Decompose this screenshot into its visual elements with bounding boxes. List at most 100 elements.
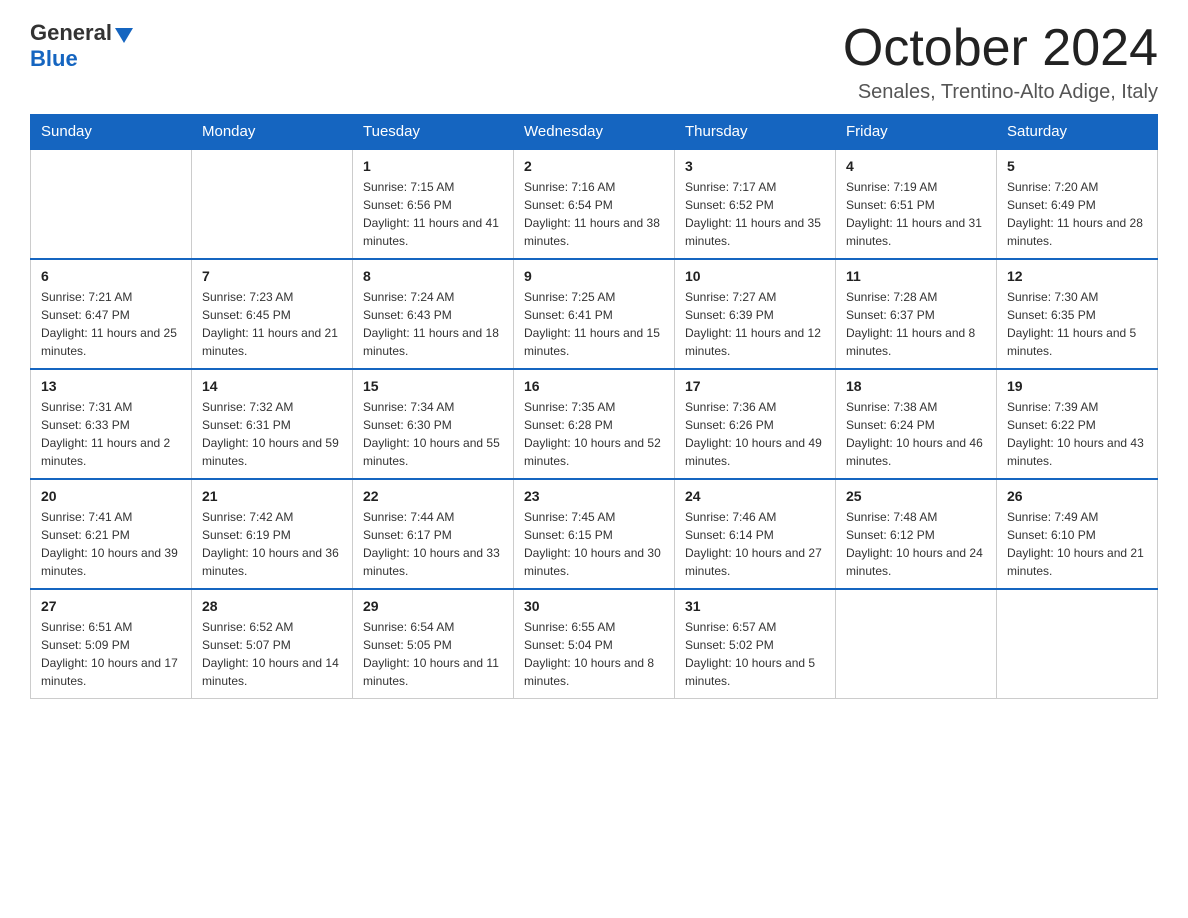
calendar-cell: 16 Sunrise: 7:35 AMSunset: 6:28 PMDayligh… <box>514 369 675 479</box>
day-info: Sunrise: 7:19 AMSunset: 6:51 PMDaylight:… <box>846 178 986 250</box>
weekday-header-row: SundayMondayTuesdayWednesdayThursdayFrid… <box>31 115 1158 150</box>
calendar-cell: 28 Sunrise: 6:52 AMSunset: 5:07 PMDayligh… <box>192 589 353 699</box>
day-info: Sunrise: 7:36 AMSunset: 6:26 PMDaylight:… <box>685 398 825 470</box>
day-number: 17 <box>685 378 825 394</box>
day-info: Sunrise: 7:38 AMSunset: 6:24 PMDaylight:… <box>846 398 986 470</box>
calendar-cell: 14Sunrise: 7:32 AMSunset: 6:31 PMDayligh… <box>192 369 353 479</box>
calendar-cell <box>31 149 192 259</box>
day-info: Sunrise: 7:27 AMSunset: 6:39 PMDaylight:… <box>685 288 825 360</box>
calendar-cell: 3Sunrise: 7:17 AMSunset: 6:52 PMDaylight… <box>675 149 836 259</box>
day-number: 29 <box>363 598 503 614</box>
day-info: Sunrise: 7:25 AMSunset: 6:41 PMDaylight:… <box>524 288 664 360</box>
calendar-cell: 22 Sunrise: 7:44 AMSunset: 6:17 PMDayligh… <box>353 479 514 589</box>
day-info: Sunrise: 7:34 AMSunset: 6:30 PMDaylight:… <box>363 398 503 470</box>
calendar-cell <box>192 149 353 259</box>
location-subtitle: Senales, Trentino-Alto Adige, Italy <box>843 81 1158 104</box>
day-number: 8 <box>363 268 503 284</box>
weekday-header-friday: Friday <box>836 115 997 150</box>
day-number: 31 <box>685 598 825 614</box>
day-number: 9 <box>524 268 664 284</box>
calendar-cell: 17 Sunrise: 7:36 AMSunset: 6:26 PMDayligh… <box>675 369 836 479</box>
day-info: Sunrise: 7:44 AMSunset: 6:17 PMDaylight:… <box>363 508 503 580</box>
day-number: 16 <box>524 378 664 394</box>
day-info: Sunrise: 7:21 AMSunset: 6:47 PMDaylight:… <box>41 288 181 360</box>
calendar-cell: 15 Sunrise: 7:34 AMSunset: 6:30 PMDayligh… <box>353 369 514 479</box>
day-info: Sunrise: 6:57 AMSunset: 5:02 PMDaylight:… <box>685 618 825 690</box>
day-number: 1 <box>363 158 503 174</box>
day-info: Sunrise: 6:51 AMSunset: 5:09 PMDaylight:… <box>41 618 181 690</box>
day-info: Sunrise: 6:52 AMSunset: 5:07 PMDaylight:… <box>202 618 342 690</box>
day-info: Sunrise: 7:39 AMSunset: 6:22 PMDaylight:… <box>1007 398 1147 470</box>
calendar-cell: 29Sunrise: 6:54 AMSunset: 5:05 PMDayligh… <box>353 589 514 699</box>
day-number: 5 <box>1007 158 1147 174</box>
calendar-cell: 13Sunrise: 7:31 AMSunset: 6:33 PMDayligh… <box>31 369 192 479</box>
calendar-cell: 19 Sunrise: 7:39 AMSunset: 6:22 PMDayligh… <box>997 369 1158 479</box>
calendar-week-row: 1 Sunrise: 7:15 AMSunset: 6:56 PMDaylight… <box>31 149 1158 259</box>
day-number: 21 <box>202 488 342 504</box>
calendar-cell: 24 Sunrise: 7:46 AMSunset: 6:14 PMDayligh… <box>675 479 836 589</box>
day-info: Sunrise: 7:42 AMSunset: 6:19 PMDaylight:… <box>202 508 342 580</box>
calendar-cell: 1 Sunrise: 7:15 AMSunset: 6:56 PMDaylight… <box>353 149 514 259</box>
day-number: 30 <box>524 598 664 614</box>
day-number: 14 <box>202 378 342 394</box>
calendar-cell: 30 Sunrise: 6:55 AMSunset: 5:04 PMDayligh… <box>514 589 675 699</box>
day-info: Sunrise: 7:15 AMSunset: 6:56 PMDaylight:… <box>363 178 503 250</box>
calendar-table: SundayMondayTuesdayWednesdayThursdayFrid… <box>30 114 1158 699</box>
day-info: Sunrise: 6:55 AMSunset: 5:04 PMDaylight:… <box>524 618 664 690</box>
calendar-cell: 8 Sunrise: 7:24 AMSunset: 6:43 PMDaylight… <box>353 259 514 369</box>
day-number: 26 <box>1007 488 1147 504</box>
calendar-week-row: 6Sunrise: 7:21 AMSunset: 6:47 PMDaylight… <box>31 259 1158 369</box>
logo-general-text: General <box>30 20 112 46</box>
day-info: Sunrise: 7:20 AMSunset: 6:49 PMDaylight:… <box>1007 178 1147 250</box>
weekday-header-wednesday: Wednesday <box>514 115 675 150</box>
title-area: October 2024 Senales, Trentino-Alto Adig… <box>843 20 1158 104</box>
day-info: Sunrise: 7:45 AMSunset: 6:15 PMDaylight:… <box>524 508 664 580</box>
page-header: General Blue October 2024 Senales, Trent… <box>30 20 1158 104</box>
calendar-cell: 7 Sunrise: 7:23 AMSunset: 6:45 PMDaylight… <box>192 259 353 369</box>
day-info: Sunrise: 7:31 AMSunset: 6:33 PMDaylight:… <box>41 398 181 470</box>
day-number: 24 <box>685 488 825 504</box>
day-info: Sunrise: 7:41 AMSunset: 6:21 PMDaylight:… <box>41 508 181 580</box>
month-year-title: October 2024 <box>843 20 1158 77</box>
day-info: Sunrise: 7:24 AMSunset: 6:43 PMDaylight:… <box>363 288 503 360</box>
calendar-cell: 4 Sunrise: 7:19 AMSunset: 6:51 PMDaylight… <box>836 149 997 259</box>
calendar-cell: 2 Sunrise: 7:16 AMSunset: 6:54 PMDaylight… <box>514 149 675 259</box>
day-number: 28 <box>202 598 342 614</box>
calendar-cell: 23 Sunrise: 7:45 AMSunset: 6:15 PMDayligh… <box>514 479 675 589</box>
day-number: 12 <box>1007 268 1147 284</box>
weekday-header-thursday: Thursday <box>675 115 836 150</box>
day-number: 7 <box>202 268 342 284</box>
calendar-cell: 12Sunrise: 7:30 AMSunset: 6:35 PMDayligh… <box>997 259 1158 369</box>
calendar-cell: 10 Sunrise: 7:27 AMSunset: 6:39 PMDayligh… <box>675 259 836 369</box>
day-number: 22 <box>363 488 503 504</box>
day-info: Sunrise: 7:46 AMSunset: 6:14 PMDaylight:… <box>685 508 825 580</box>
logo-triangle-icon <box>115 28 133 43</box>
day-info: Sunrise: 7:23 AMSunset: 6:45 PMDaylight:… <box>202 288 342 360</box>
day-number: 4 <box>846 158 986 174</box>
day-info: Sunrise: 7:28 AMSunset: 6:37 PMDaylight:… <box>846 288 986 360</box>
day-number: 2 <box>524 158 664 174</box>
day-number: 27 <box>41 598 181 614</box>
weekday-header-sunday: Sunday <box>31 115 192 150</box>
calendar-cell: 21 Sunrise: 7:42 AMSunset: 6:19 PMDayligh… <box>192 479 353 589</box>
logo: General Blue <box>30 20 133 72</box>
day-number: 23 <box>524 488 664 504</box>
calendar-cell <box>997 589 1158 699</box>
calendar-week-row: 13Sunrise: 7:31 AMSunset: 6:33 PMDayligh… <box>31 369 1158 479</box>
day-info: Sunrise: 7:48 AMSunset: 6:12 PMDaylight:… <box>846 508 986 580</box>
calendar-cell: 31 Sunrise: 6:57 AMSunset: 5:02 PMDayligh… <box>675 589 836 699</box>
weekday-header-saturday: Saturday <box>997 115 1158 150</box>
day-info: Sunrise: 7:16 AMSunset: 6:54 PMDaylight:… <box>524 178 664 250</box>
day-number: 15 <box>363 378 503 394</box>
calendar-cell: 27 Sunrise: 6:51 AMSunset: 5:09 PMDayligh… <box>31 589 192 699</box>
weekday-header-monday: Monday <box>192 115 353 150</box>
weekday-header-tuesday: Tuesday <box>353 115 514 150</box>
calendar-cell: 25Sunrise: 7:48 AMSunset: 6:12 PMDayligh… <box>836 479 997 589</box>
day-number: 20 <box>41 488 181 504</box>
day-info: Sunrise: 7:35 AMSunset: 6:28 PMDaylight:… <box>524 398 664 470</box>
calendar-cell: 18Sunrise: 7:38 AMSunset: 6:24 PMDayligh… <box>836 369 997 479</box>
day-info: Sunrise: 7:49 AMSunset: 6:10 PMDaylight:… <box>1007 508 1147 580</box>
day-number: 10 <box>685 268 825 284</box>
calendar-cell: 5 Sunrise: 7:20 AMSunset: 6:49 PMDaylight… <box>997 149 1158 259</box>
day-number: 19 <box>1007 378 1147 394</box>
